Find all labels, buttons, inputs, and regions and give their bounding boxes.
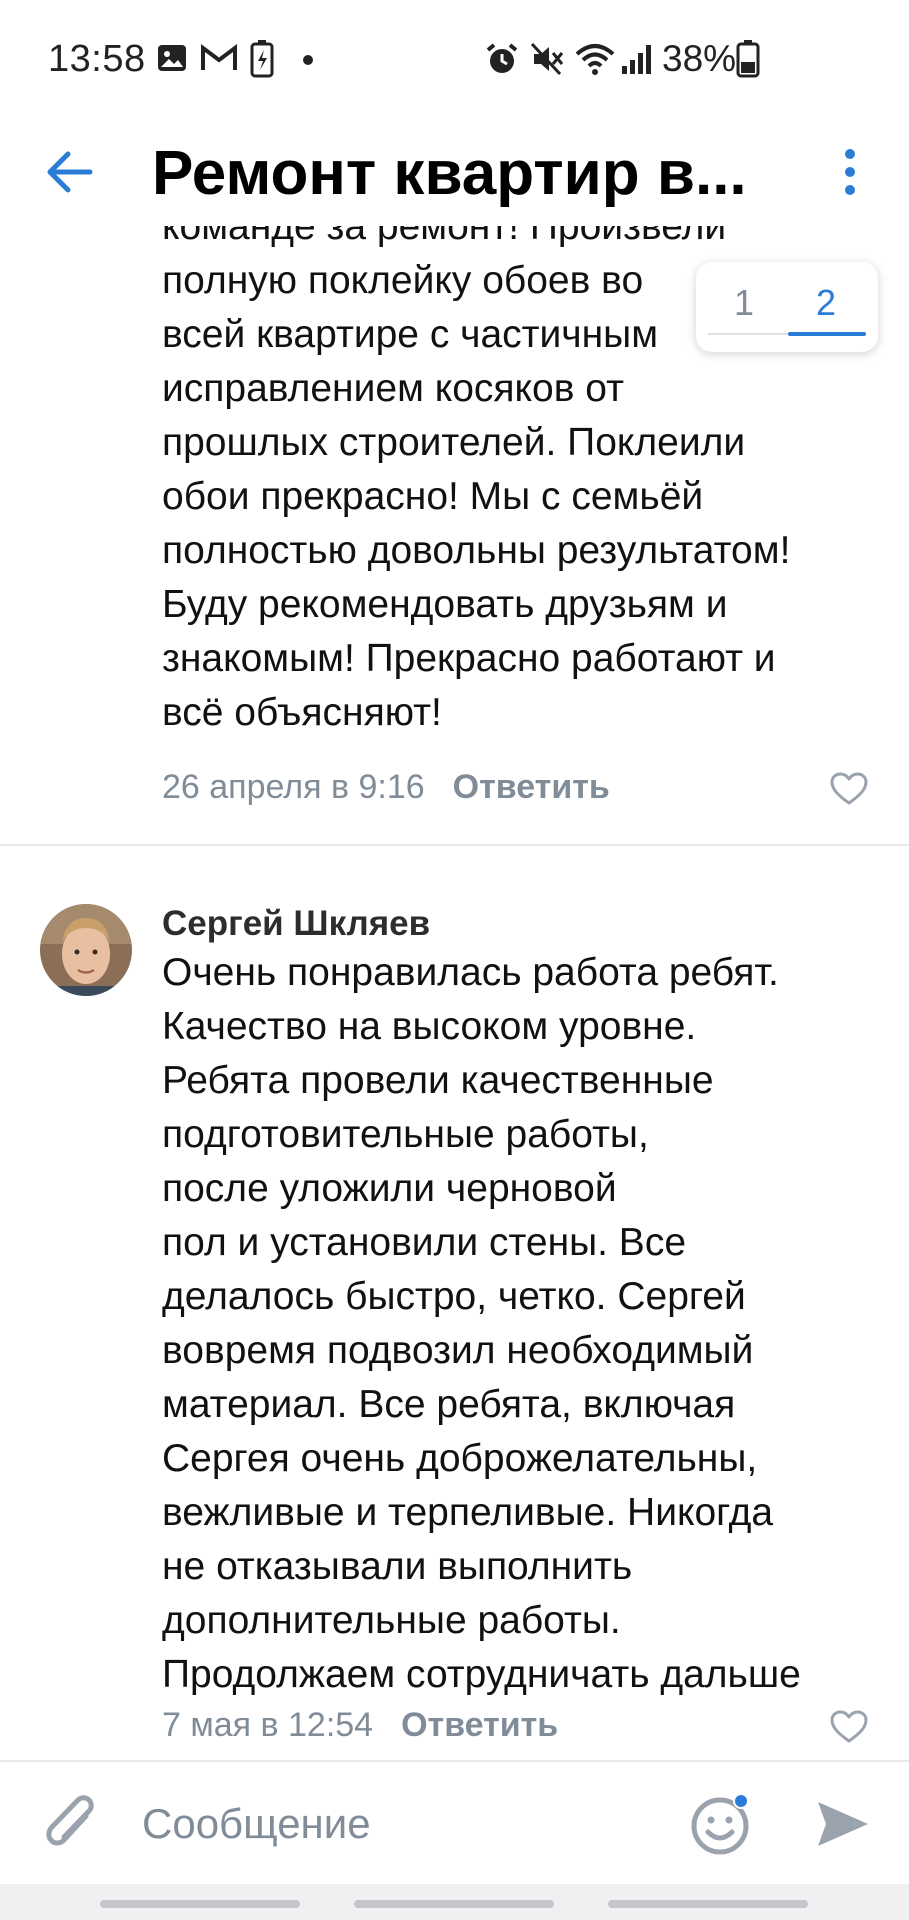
alarm-icon [486,43,518,73]
page-2-button[interactable]: 2 [786,282,866,324]
comment-line: Ребята провели качественные [162,1059,714,1102]
comment-divider [0,844,909,846]
active-page-indicator [788,332,866,336]
comment-line: полностью довольны результатом! [162,529,791,572]
wifi-icon [575,44,615,75]
avatar[interactable] [40,904,132,996]
reply-button[interactable]: Ответить [453,768,610,806]
gmail-icon [201,44,237,70]
nav-home-handle[interactable] [354,1900,554,1908]
comment-meta: 7 мая в 12:54 Ответить [162,1706,558,1745]
emoji-button[interactable] [690,1792,754,1856]
smile-icon [691,1793,749,1855]
comment-line: подготовительные работы, [162,1113,649,1156]
comment-line: Очень понравилась работа ребят. [162,951,779,994]
comment-line: после уложили черновой [162,1167,617,1210]
comment-line: Сергея очень доброжелательны, [162,1437,758,1480]
comment-date: 7 мая в 12:54 [162,1706,374,1744]
comment-line: дополнительные работы. [162,1599,621,1642]
send-button[interactable] [812,1794,872,1854]
comment-line: знакомым! Прекрасно работают и [162,637,776,680]
app-header: Ремонт квартир в... [0,118,909,226]
mute-icon [530,42,564,76]
send-icon [818,1802,868,1846]
comment-line: всё объясняют! [162,691,442,734]
comment-line: исправлением косяков от [162,367,624,410]
comment-line: вежливые и терпеливые. Никогда [162,1491,774,1534]
more-vertical-icon [845,149,855,195]
status-time: 13:58 [48,38,146,80]
comment-line: команде за ремонт! Произвели [162,226,727,248]
signal-icon [622,45,651,74]
avatar-photo [40,904,132,996]
page-1-button[interactable]: 1 [704,282,784,324]
comment-date: 26 апреля в 9:16 [162,768,425,806]
arrow-left-icon [47,151,93,193]
page-title: Ремонт квартир в... [152,139,747,208]
comment-meta: 26 апреля в 9:16 Ответить [162,768,610,807]
comment-line: прошлых строителей. Поклеили [162,421,746,464]
paperclip-icon [46,1795,94,1846]
image-icon [158,45,186,71]
comment-line: Буду рекомендовать друзьям и [162,583,728,626]
status-bar: 13:58 38% [0,0,909,118]
battery-icon [736,40,760,78]
message-input[interactable] [142,1786,662,1862]
comment-author[interactable]: Сергей Шкляев [162,904,430,944]
comment-line: материал. Все ребята, включая [162,1383,736,1426]
dot-icon [303,55,313,65]
back-button[interactable] [40,142,104,202]
more-button[interactable] [830,142,870,202]
comment-line: не отказывали выполнить [162,1545,633,1588]
system-nav-bar [0,1884,909,1920]
heart-icon[interactable] [830,772,868,806]
message-composer [0,1760,909,1886]
comment-line: Продолжаем сотрудничать дальше [162,1653,801,1696]
comment-item: Сергей Шкляев Очень понравилась работа р… [0,880,909,1760]
nav-back-handle[interactable] [608,1900,808,1908]
comments-feed[interactable]: команде за ремонт! Произвели полную покл… [0,226,909,1760]
page-switcher: 1 2 [696,262,878,352]
comment-line: Качество на высоком уровне. [162,1005,697,1048]
reply-button[interactable]: Ответить [401,1706,558,1744]
battery-charging-icon [250,40,274,78]
attach-button[interactable] [42,1792,102,1860]
comment-line: обои прекрасно! Мы с семьёй [162,475,704,518]
battery-percent: 38% [662,38,737,79]
nav-recents-handle[interactable] [100,1900,300,1908]
comment-line: пол и установили стены. Все [162,1221,687,1264]
comment-line: вовремя подвозил необходимый [162,1329,754,1372]
heart-icon[interactable] [830,1710,868,1744]
comment-text: Очень понравилась работа ребят. Качество… [162,946,882,1702]
screen: 13:58 38% Ремонт квартир в... команде за… [0,0,909,1920]
comment-line: делалось быстро, четко. Сергей [162,1275,746,1318]
